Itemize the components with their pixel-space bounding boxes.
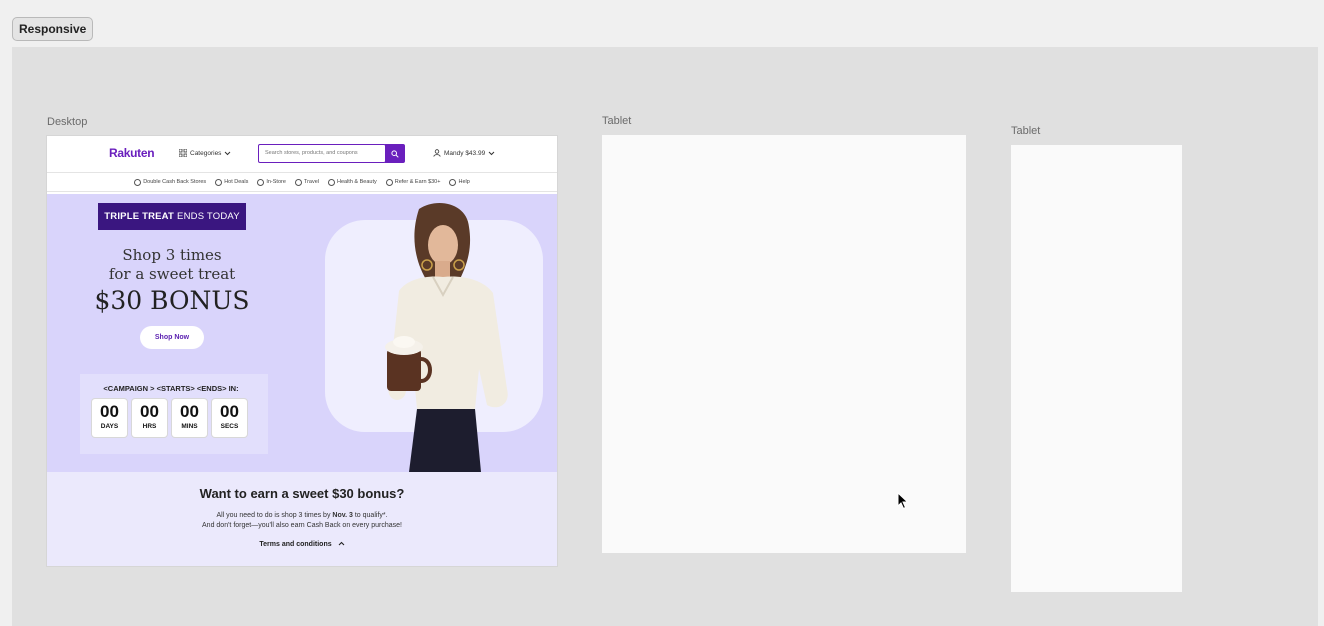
- gift-icon: [385, 178, 393, 186]
- bonus-description-1: All you need to do is shop 3 times by No…: [47, 512, 557, 519]
- nav-item-travel[interactable]: Travel: [294, 178, 319, 186]
- dollar-icon: [134, 178, 142, 186]
- hero-line-1: Shop 3 times: [122, 246, 222, 264]
- nav-label: Double Cash Back Stores: [143, 179, 207, 185]
- search-input[interactable]: Search stores, products, and coupons: [258, 144, 386, 163]
- nav-item-refer-earn[interactable]: Refer & Earn $30+: [385, 178, 441, 186]
- nav-item-hot-deals[interactable]: Hot Deals: [215, 178, 249, 186]
- user-icon: [433, 149, 441, 157]
- terms-toggle[interactable]: Terms and conditions: [47, 541, 557, 548]
- countdown-secs: 00 SECS: [212, 399, 247, 437]
- bonus-text-a: All you need to do is shop 3 times by: [216, 512, 333, 519]
- frame-label-tablet-2: Tablet: [1011, 125, 1041, 137]
- countdown-unit: DAYS: [100, 423, 119, 430]
- account-label: Mandy $43.99: [444, 149, 486, 157]
- bonus-heading: Want to earn a sweet $30 bonus?: [199, 486, 405, 501]
- nav-label: Help: [458, 179, 470, 185]
- hero-banner: TRIPLE TREAT ENDS TODAY Shop 3 times for…: [47, 194, 557, 472]
- chevron-down-icon: [488, 151, 495, 155]
- search-icon: [391, 149, 399, 158]
- bonus-text-c: to qualify*.: [352, 512, 388, 519]
- bonus-deadline: Nov. 3: [332, 512, 353, 519]
- model-with-cocoa-image: [385, 203, 508, 472]
- countdown-unit: MINS: [181, 423, 198, 430]
- countdown-timer: 00 DAYS 00 HRS 00 MINS 00 SECS: [92, 399, 247, 437]
- account-menu[interactable]: Mandy $43.99: [433, 149, 495, 157]
- triple-treat-badge: TRIPLE TREAT ENDS TODAY: [98, 203, 246, 230]
- bonus-info-section: Want to earn a sweet $30 bonus? All you …: [47, 472, 557, 566]
- countdown-unit: HRS: [142, 423, 157, 430]
- hero-subheading: Shop 3 times for a sweet treat: [47, 246, 297, 284]
- countdown-unit: SECS: [220, 423, 239, 430]
- nav-item-in-store[interactable]: In-Store: [257, 178, 286, 186]
- mouse-cursor-icon: [897, 492, 909, 510]
- search-placeholder: Search stores, products, and coupons: [265, 150, 358, 156]
- nav-label: Travel: [303, 179, 319, 185]
- countdown-days: 00 DAYS: [92, 399, 127, 437]
- hero-line-2: for a sweet treat: [108, 265, 236, 283]
- chevron-up-icon: [338, 541, 344, 546]
- countdown-value: 00: [220, 402, 239, 421]
- frame-label-tablet: Tablet: [602, 115, 632, 127]
- site-header: Rakuten Categories Search stores, produc…: [47, 136, 557, 172]
- countdown-hours: 00 HRS: [132, 399, 167, 437]
- rakuten-logo[interactable]: Rakuten: [109, 146, 155, 160]
- heart-icon: [328, 178, 335, 186]
- nav-label: Refer & Earn $30+: [394, 179, 441, 185]
- nav-label: Health & Beauty: [337, 179, 377, 185]
- categories-menu[interactable]: Categories: [179, 149, 231, 157]
- countdown-value: 00: [180, 402, 199, 421]
- categories-label: Categories: [190, 149, 222, 157]
- frame-label-desktop: Desktop: [47, 116, 88, 128]
- nav-label: Hot Deals: [224, 179, 249, 185]
- site-nav: Double Cash Back Stores Hot Deals In-Sto…: [47, 172, 557, 192]
- bonus-description-2: And don't forget—you'll also earn Cash B…: [202, 522, 402, 529]
- search-button[interactable]: [385, 144, 405, 163]
- countdown-mins: 00 MINS: [172, 399, 207, 437]
- hero-bonus-heading: $30 BONUS: [94, 286, 250, 315]
- help-icon: [449, 178, 457, 186]
- countdown-title: <CAMPAIGN > <STARTS> <ENDS> IN:: [103, 384, 239, 393]
- badge-text: ENDS TODAY: [177, 211, 240, 222]
- plane-icon: [294, 178, 302, 186]
- terms-label: Terms and conditions: [259, 541, 332, 548]
- chevron-down-icon: [225, 151, 231, 155]
- shop-now-button[interactable]: Shop Now: [140, 326, 204, 349]
- countdown-value: 00: [100, 402, 119, 421]
- tablet-frame-2[interactable]: [1011, 145, 1182, 592]
- countdown-value: 00: [140, 402, 159, 421]
- responsive-button[interactable]: Responsive: [12, 17, 94, 41]
- location-pin-icon: [257, 178, 265, 186]
- grid-icon: [179, 149, 187, 157]
- nav-item-double-cash-back[interactable]: Double Cash Back Stores: [134, 178, 207, 186]
- flame-icon: [215, 178, 223, 186]
- desktop-frame[interactable]: Rakuten Categories Search stores, produc…: [47, 136, 557, 566]
- tablet-frame[interactable]: [602, 135, 966, 553]
- badge-bold-text: TRIPLE TREAT: [104, 211, 175, 222]
- nav-label: In-Store: [266, 179, 286, 185]
- nav-item-help[interactable]: Help: [449, 178, 470, 186]
- nav-item-health-beauty[interactable]: Health & Beauty: [328, 178, 377, 186]
